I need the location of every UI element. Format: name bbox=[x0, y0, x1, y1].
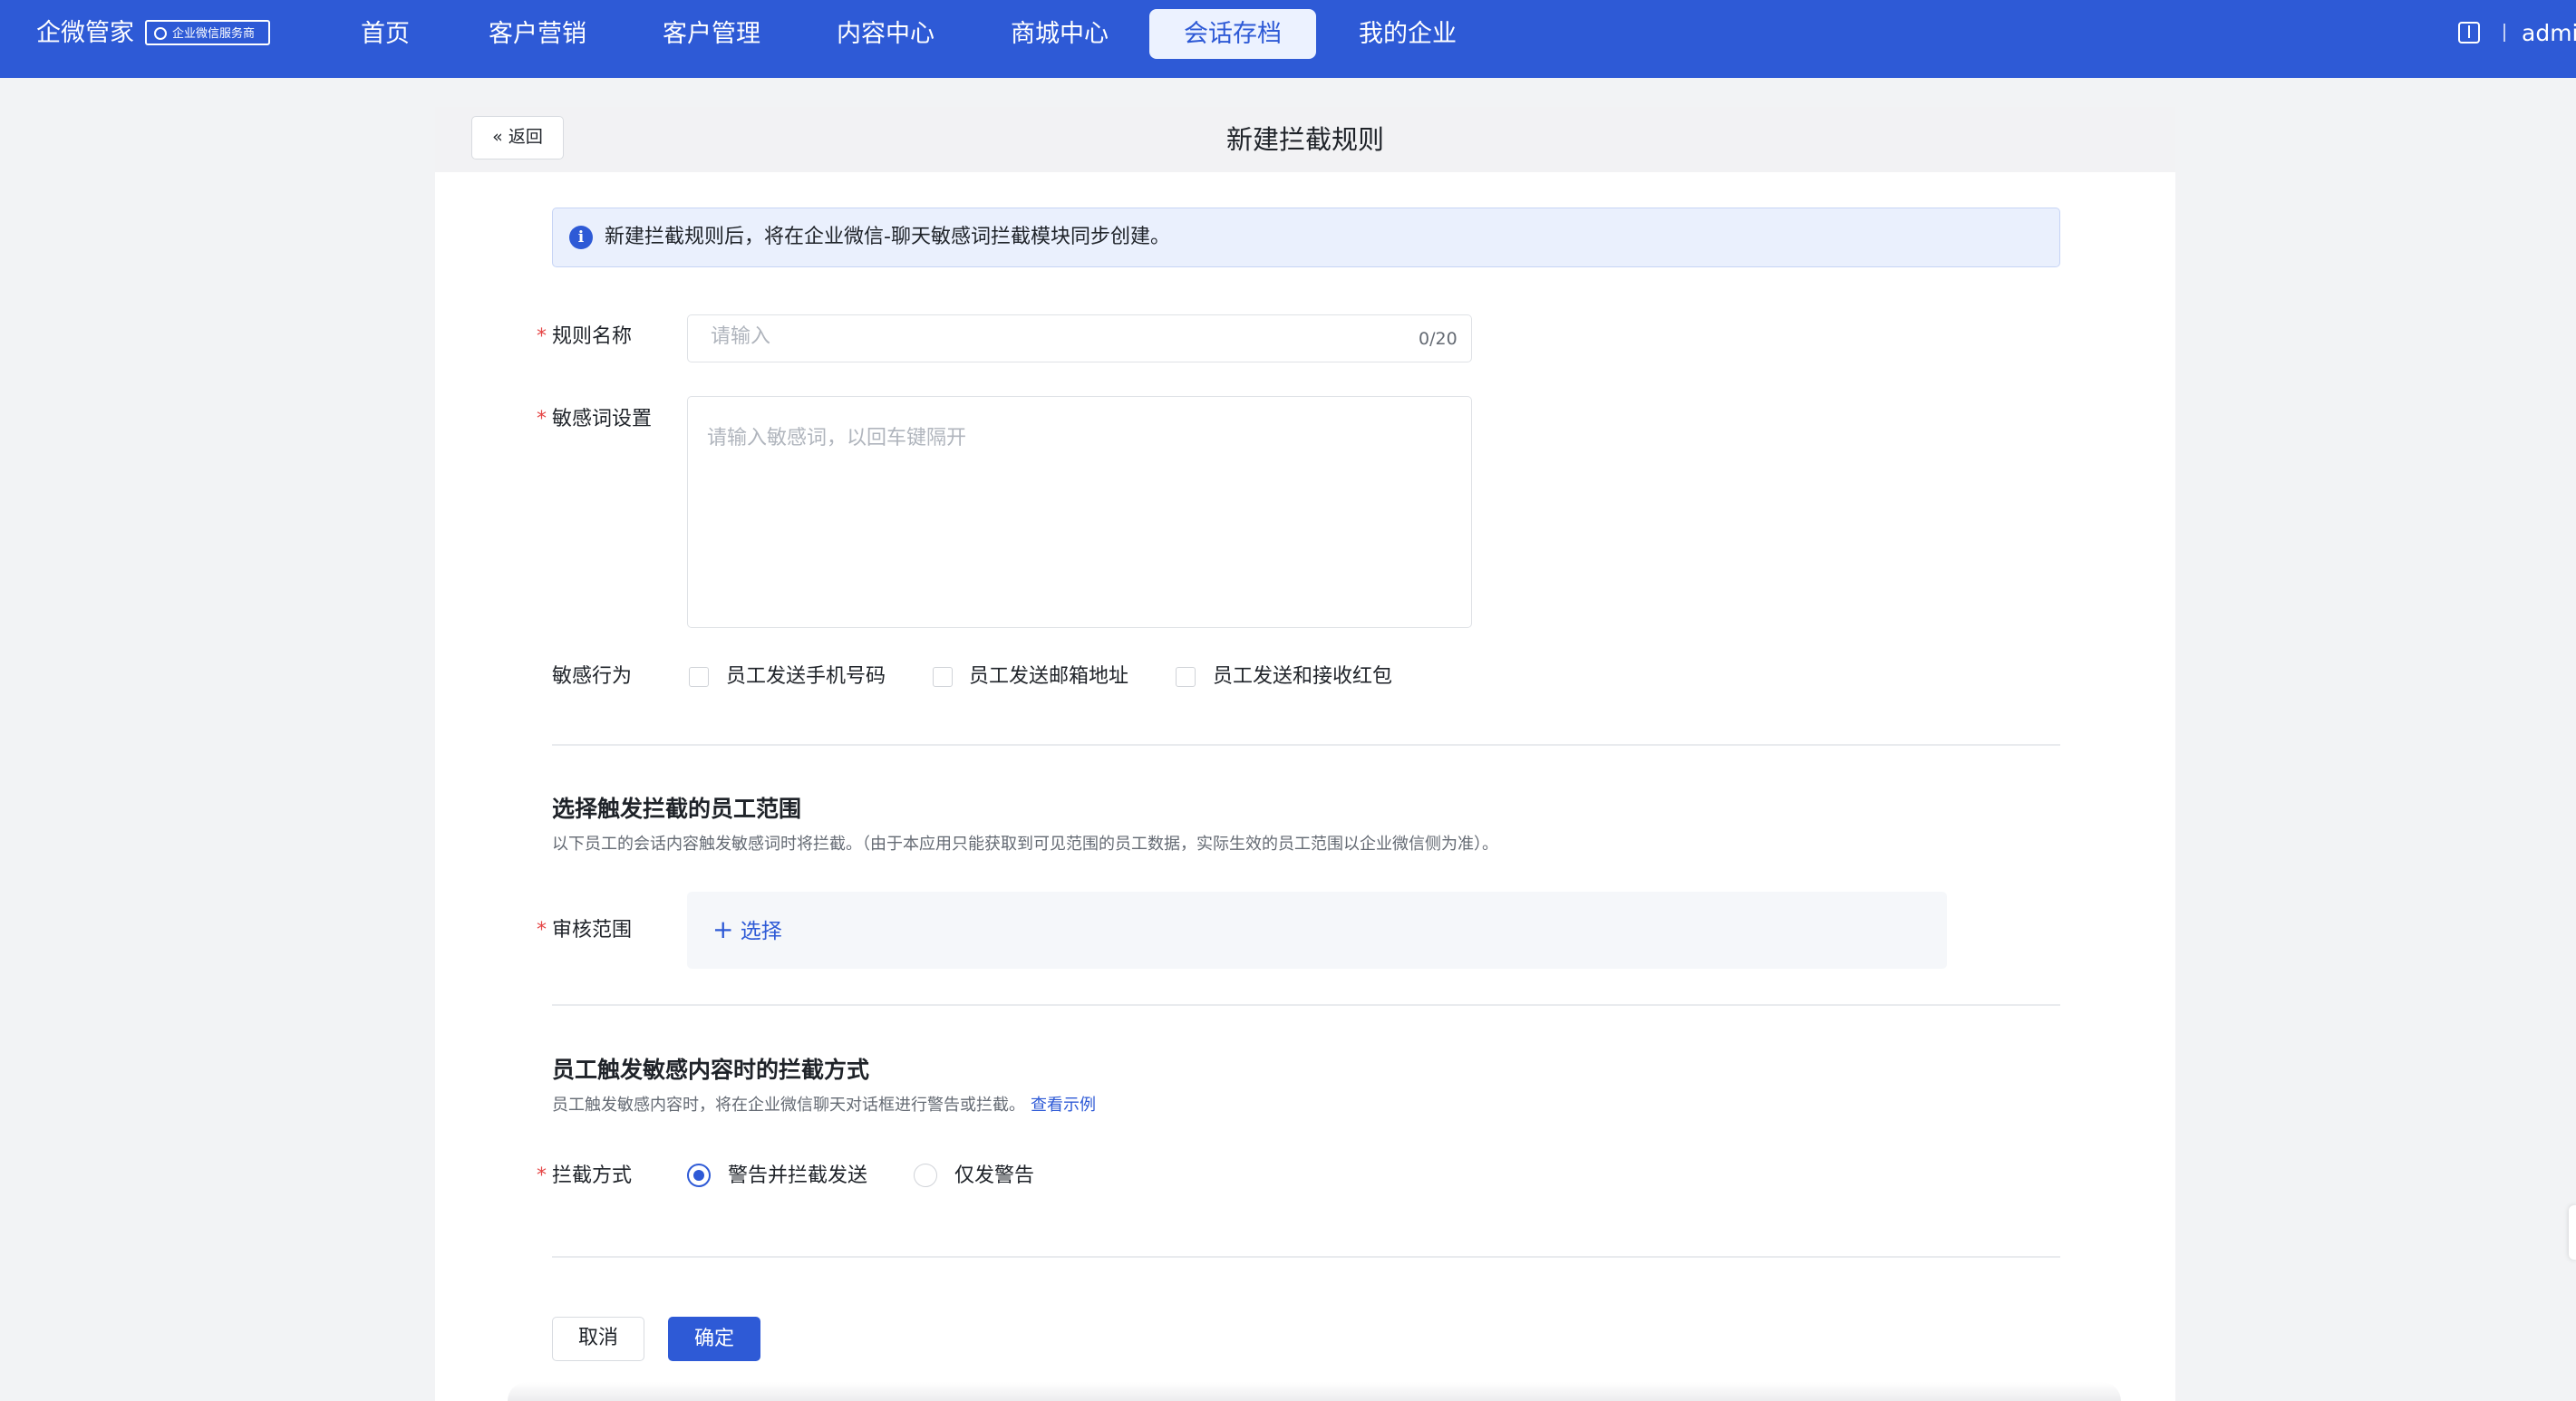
side-drawer-tab[interactable] bbox=[2569, 1205, 2576, 1260]
header-divider bbox=[2503, 24, 2505, 42]
radio-warn-and-block[interactable] bbox=[687, 1164, 711, 1187]
back-button-label: 返回 bbox=[508, 127, 543, 147]
scope-section-subtitle: 以下员工的会话内容触发敏感词时将拦截。（由于本应用只能获取到可见范围的员工数据，… bbox=[552, 835, 1498, 854]
page-title: 新建拦截规则 bbox=[1225, 124, 1384, 155]
double-chevron-left-icon: « bbox=[492, 127, 503, 147]
nav-home[interactable]: 首页 bbox=[326, 9, 444, 59]
checkbox-red-packet[interactable] bbox=[1176, 667, 1196, 687]
intercept-section-subtitle: 员工触发敏感内容时，将在企业微信聊天对话框进行警告或拦截。 查看示例 bbox=[552, 1093, 1096, 1118]
required-mark: * bbox=[537, 408, 547, 430]
brand-name: 企微管家 bbox=[36, 19, 134, 47]
required-mark: * bbox=[537, 325, 547, 348]
nav-session-archive[interactable]: 会话存档 bbox=[1149, 9, 1316, 59]
section-divider bbox=[552, 1004, 2060, 1006]
bottom-panel-edge bbox=[508, 1382, 2121, 1401]
search-logo-icon bbox=[154, 27, 167, 40]
sensitive-words-label-text: 敏感词设置 bbox=[552, 408, 653, 430]
user-name[interactable]: admin bbox=[2522, 15, 2576, 52]
nav-customer-marketing[interactable]: 客户营销 bbox=[454, 9, 621, 59]
required-mark: * bbox=[537, 1164, 547, 1187]
form-card bbox=[435, 107, 2175, 1401]
checkbox-email[interactable] bbox=[933, 667, 953, 687]
intercept-section-title: 员工触发敏感内容时的拦截方式 bbox=[552, 1057, 870, 1083]
rule-name-label: * 规则名称 bbox=[537, 323, 632, 352]
confirm-button[interactable]: 确定 bbox=[668, 1317, 760, 1361]
scope-box bbox=[687, 892, 1947, 969]
plus-icon: + bbox=[712, 914, 734, 944]
sensitive-words-label: * 敏感词设置 bbox=[537, 405, 652, 434]
brand-badge-text: 企业微信服务商 bbox=[172, 27, 256, 41]
radio-warn-only-label[interactable]: 仅发警告 bbox=[954, 1162, 1034, 1191]
nav-customer-management[interactable]: 客户管理 bbox=[628, 9, 795, 59]
book-icon[interactable] bbox=[2458, 22, 2480, 43]
required-mark: * bbox=[537, 919, 547, 942]
rule-name-label-text: 规则名称 bbox=[552, 325, 633, 348]
info-icon: i bbox=[569, 226, 593, 249]
checkbox-phone-label[interactable]: 员工发送手机号码 bbox=[726, 662, 886, 691]
notice-text: 新建拦截规则后，将在企业微信-聊天敏感词拦截模块同步创建。 bbox=[605, 226, 1170, 248]
checkbox-red-packet-label[interactable]: 员工发送和接收红包 bbox=[1213, 662, 1392, 691]
scope-label-text: 审核范围 bbox=[552, 919, 633, 942]
scope-label: * 审核范围 bbox=[537, 916, 632, 945]
radio-warn-and-block-label[interactable]: 警告并拦截发送 bbox=[728, 1162, 867, 1191]
scope-section-title: 选择触发拦截的员工范围 bbox=[552, 796, 802, 822]
select-scope-label: 选择 bbox=[740, 920, 782, 943]
checkbox-phone[interactable] bbox=[689, 667, 709, 687]
view-example-link[interactable]: 查看示例 bbox=[1031, 1096, 1096, 1115]
sensitive-words-placeholder: 请输入敏感词，以回车键隔开 bbox=[707, 427, 967, 449]
sensitive-behavior-label: 敏感行为 bbox=[552, 665, 633, 688]
section-divider bbox=[552, 744, 2060, 746]
brand-badge: 企业微信服务商 bbox=[145, 20, 270, 45]
rule-name-counter: 0/20 bbox=[1419, 329, 1457, 349]
radio-warn-only[interactable] bbox=[914, 1164, 937, 1187]
nav-content-center[interactable]: 内容中心 bbox=[802, 9, 969, 59]
intercept-mode-label: * 拦截方式 bbox=[537, 1162, 632, 1191]
cancel-button[interactable]: 取消 bbox=[552, 1317, 644, 1361]
rule-name-placeholder: 请输入 bbox=[711, 325, 771, 348]
intercept-subtitle-text: 员工触发敏感内容时，将在企业微信聊天对话框进行警告或拦截。 bbox=[552, 1096, 1025, 1115]
select-scope-button[interactable]: + 选择 bbox=[712, 913, 782, 948]
nav-mall-center[interactable]: 商城中心 bbox=[976, 9, 1143, 59]
intercept-mode-label-text: 拦截方式 bbox=[552, 1164, 633, 1187]
back-button[interactable]: « 返回 bbox=[471, 116, 564, 159]
checkbox-email-label[interactable]: 员工发送邮箱地址 bbox=[969, 662, 1128, 691]
rule-name-input[interactable] bbox=[687, 314, 1472, 362]
section-divider bbox=[552, 1256, 2060, 1258]
nav-my-enterprise[interactable]: 我的企业 bbox=[1324, 9, 1491, 59]
